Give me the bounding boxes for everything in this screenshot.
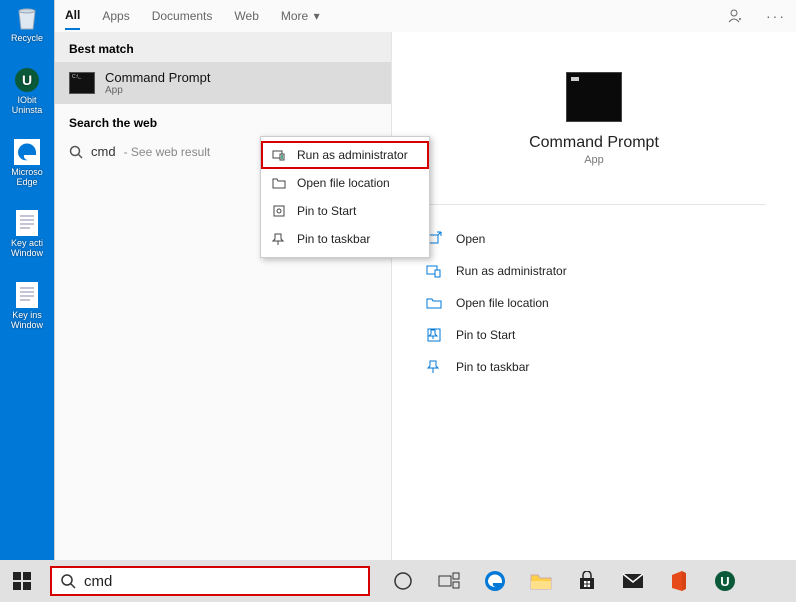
ctx-pin-to-start[interactable]: Pin to Start — [261, 197, 429, 225]
tab-documents[interactable]: Documents — [152, 3, 213, 29]
tab-more[interactable]: More ▾ — [281, 3, 320, 29]
edge-icon — [13, 138, 41, 166]
web-hint: - See web result — [124, 145, 211, 159]
ctx-run-as-admin[interactable]: Run as administrator — [261, 141, 429, 169]
desktop-icon-label: Microso Edge — [11, 167, 43, 187]
search-panel-body: Best match Command Prompt App Search the… — [55, 32, 796, 560]
result-title: Command Prompt — [105, 70, 210, 85]
detail-actions: Open Run as administrator Open file loca… — [392, 223, 796, 383]
desktop-icon-label: IObit Uninsta — [12, 95, 43, 115]
pin-start-icon — [426, 327, 444, 343]
detail-title: Command Prompt — [392, 134, 796, 152]
separator — [422, 204, 766, 205]
tab-apps[interactable]: Apps — [102, 3, 129, 29]
desktop-icon-label: Recycle — [11, 33, 43, 43]
text-file-icon — [13, 209, 41, 237]
desktop-icon-key-ins[interactable]: Key ins Window — [0, 277, 54, 335]
taskbar-search-box[interactable] — [50, 566, 370, 596]
folder-icon — [426, 295, 444, 311]
action-label: Pin to Start — [456, 328, 515, 342]
detail-pane: Command Prompt App Open Run as administr… — [391, 32, 796, 560]
pin-taskbar-icon — [271, 231, 287, 247]
action-open[interactable]: Open — [422, 223, 766, 255]
desktop-icon-key-acti[interactable]: Key acti Window — [0, 205, 54, 263]
start-search-panel: All Apps Documents Web More ▾ ··· Best m… — [54, 0, 796, 560]
action-label: Run as administrator — [456, 264, 567, 278]
ctx-pin-to-taskbar[interactable]: Pin to taskbar — [261, 225, 429, 253]
chevron-down-icon: ▾ — [314, 9, 320, 23]
action-pin-to-taskbar[interactable]: Pin to taskbar — [422, 351, 766, 383]
store-icon[interactable] — [574, 568, 600, 594]
result-subtitle: App — [105, 85, 210, 96]
command-prompt-icon — [69, 72, 95, 94]
pin-start-icon — [271, 203, 287, 219]
admin-shield-icon — [271, 147, 287, 163]
folder-icon — [271, 175, 287, 191]
edge-taskbar-icon[interactable] — [482, 568, 508, 594]
search-result-command-prompt[interactable]: Command Prompt App — [55, 62, 391, 104]
best-match-heading: Best match — [55, 32, 391, 62]
action-label: Open file location — [456, 296, 549, 310]
taskbar: U — [0, 560, 796, 602]
ctx-label: Run as administrator — [297, 148, 408, 162]
ctx-open-file-location[interactable]: Open file location — [261, 169, 429, 197]
action-open-file-location[interactable]: Open file location — [422, 287, 766, 319]
desktop-icon-label: Key ins Window — [11, 310, 43, 330]
search-icon — [69, 145, 83, 159]
action-pin-to-start[interactable]: Pin to Start — [422, 319, 766, 351]
text-file-icon — [13, 281, 41, 309]
desktop-icon-edge[interactable]: Microso Edge — [0, 134, 54, 192]
admin-shield-icon — [426, 263, 444, 279]
tab-all[interactable]: All — [65, 2, 80, 30]
cortana-icon[interactable] — [390, 568, 416, 594]
iobit-taskbar-icon[interactable]: U — [712, 568, 738, 594]
feedback-icon[interactable] — [728, 8, 744, 24]
desktop-icon-label: Key acti Window — [11, 238, 43, 258]
detail-subtitle: App — [392, 154, 796, 166]
context-menu: Run as administrator Open file location … — [260, 136, 430, 258]
search-icon — [60, 573, 76, 589]
desktop-icon-iobit[interactable]: U IObit Uninsta — [0, 62, 54, 120]
search-results-column: Best match Command Prompt App Search the… — [55, 32, 391, 560]
taskbar-search-input[interactable] — [84, 573, 360, 590]
search-web-heading: Search the web — [55, 104, 391, 136]
pin-taskbar-icon — [426, 359, 444, 375]
svg-text:U: U — [720, 574, 729, 589]
desktop-icon-recycle-bin[interactable]: Recycle — [0, 0, 54, 48]
ctx-label: Open file location — [297, 176, 390, 190]
file-explorer-icon[interactable] — [528, 568, 554, 594]
options-icon[interactable]: ··· — [766, 8, 786, 24]
command-prompt-large-icon — [566, 72, 622, 122]
taskbar-pinned-apps: U — [390, 568, 738, 594]
tab-web[interactable]: Web — [234, 3, 258, 29]
ctx-label: Pin to Start — [297, 204, 356, 218]
task-view-icon[interactable] — [436, 568, 462, 594]
windows-logo-icon — [13, 572, 31, 590]
office-icon[interactable] — [666, 568, 692, 594]
action-run-as-admin[interactable]: Run as administrator — [422, 255, 766, 287]
desktop: Recycle U IObit Uninsta Microso Edge Key… — [0, 0, 54, 560]
action-label: Open — [456, 232, 485, 246]
action-label: Pin to taskbar — [456, 360, 529, 374]
tab-more-label: More — [281, 9, 308, 23]
start-button[interactable] — [0, 560, 44, 602]
iobit-icon: U — [13, 66, 41, 94]
svg-text:U: U — [22, 72, 32, 88]
mail-icon[interactable] — [620, 568, 646, 594]
ctx-label: Pin to taskbar — [297, 232, 370, 246]
search-tabs: All Apps Documents Web More ▾ ··· — [55, 0, 796, 32]
web-query: cmd — [91, 144, 116, 159]
recycle-bin-icon — [13, 4, 41, 32]
